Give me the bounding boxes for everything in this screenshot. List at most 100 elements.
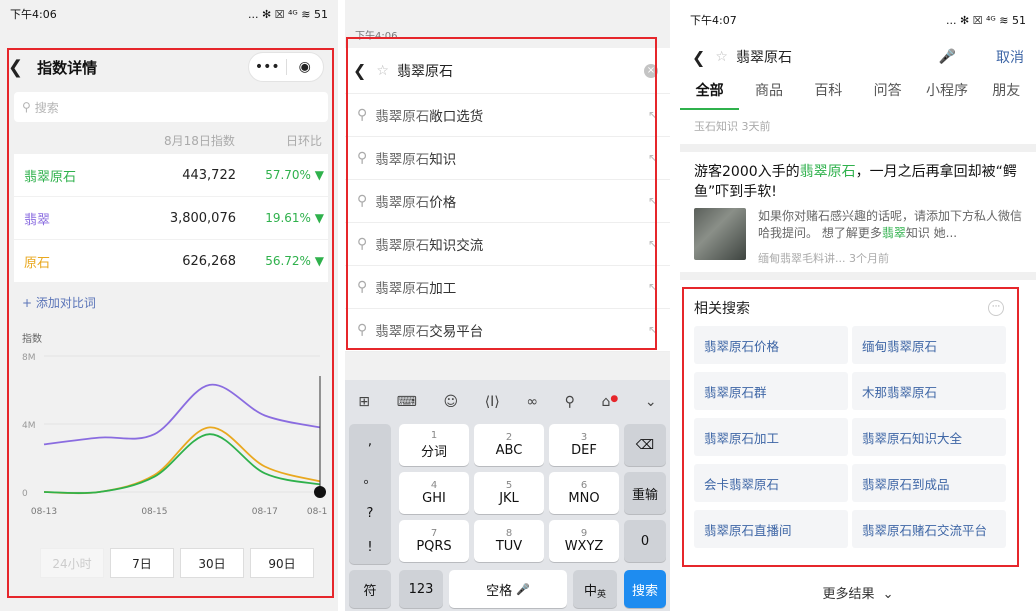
fill-arrow-icon[interactable]: ↖ bbox=[648, 108, 658, 122]
table-row[interactable]: 翡翠原石 443,722 57.70% ▼ bbox=[14, 154, 328, 196]
page-title: 指数详情 bbox=[37, 58, 98, 77]
back-icon[interactable]: ❮ bbox=[353, 61, 366, 80]
question-key[interactable]: ? bbox=[367, 506, 374, 521]
add-compare-button[interactable]: + 添加对比词 bbox=[22, 294, 96, 311]
key-1[interactable]: 1 分词 bbox=[399, 424, 469, 466]
key-3[interactable]: 3 DEF bbox=[549, 424, 619, 466]
keyboard-toolbar: ⊞ ⌨ ☺ ⟨I⟩ ∞ ⚲ ⌂● ⌄ bbox=[345, 380, 670, 424]
skin-icon[interactable]: ⌂● bbox=[602, 394, 619, 410]
result-meta: 玉石知识 3天前 bbox=[694, 120, 771, 133]
symbol-key[interactable]: 符 bbox=[349, 570, 391, 608]
clear-icon[interactable]: × bbox=[644, 63, 658, 78]
key-label: 分词 bbox=[420, 445, 447, 460]
more-options-icon[interactable]: ··· bbox=[988, 300, 1004, 316]
search-query-input[interactable]: 翡翠原石 bbox=[736, 47, 792, 67]
key-8[interactable]: 8 TUV bbox=[474, 520, 544, 562]
index-value: 3,800,076 bbox=[169, 210, 236, 226]
suggestion-item[interactable]: ⚲ 翡翠原石 知识交流 ↖ bbox=[345, 223, 670, 266]
tab-friends[interactable]: 朋友 bbox=[977, 80, 1036, 110]
cursor-icon[interactable]: ⟨I⟩ bbox=[485, 394, 500, 410]
related-item[interactable]: 翡翠原石价格 bbox=[694, 326, 848, 364]
backspace-key[interactable]: ⌫ bbox=[624, 424, 666, 466]
star-icon[interactable]: ☆ bbox=[376, 63, 389, 79]
tab-24h[interactable]: 24小时 bbox=[40, 548, 104, 578]
key-7[interactable]: 7 PQRS bbox=[399, 520, 469, 562]
reset-key[interactable]: 重输 bbox=[624, 472, 666, 514]
cancel-button[interactable]: 取消 bbox=[996, 47, 1024, 67]
article-title: 游客2000入手的翡翠原石，一月之后再拿回却被“鳄鱼”吓到手软! bbox=[694, 162, 1022, 202]
key-number: 2 bbox=[505, 432, 513, 443]
search-query-input[interactable]: 翡翠原石 bbox=[397, 61, 453, 81]
suggestion-item[interactable]: ⚲ 翡翠原石 敞口选货 ↖ bbox=[345, 94, 670, 137]
more-results-button[interactable]: 更多结果 ⌄ bbox=[680, 583, 1036, 602]
mic-icon: 🎤 bbox=[516, 582, 530, 596]
link-icon[interactable]: ∞ bbox=[526, 394, 538, 410]
suggestion-item[interactable]: ⚲ 翡翠原石 加工 ↖ bbox=[345, 266, 670, 309]
tab-miniprogram[interactable]: 小程序 bbox=[917, 80, 976, 110]
fill-arrow-icon[interactable]: ↖ bbox=[648, 323, 658, 337]
collapse-icon[interactable]: ⌄ bbox=[645, 394, 657, 410]
star-icon[interactable]: ☆ bbox=[715, 49, 728, 65]
exclaim-key[interactable]: ! bbox=[367, 540, 372, 555]
related-item[interactable]: 翡翠原石直播间 bbox=[694, 510, 848, 548]
search-icon[interactable]: ⚲ bbox=[565, 394, 575, 410]
tab-30d[interactable]: 30日 bbox=[180, 548, 244, 578]
key-label: DEF bbox=[571, 443, 597, 458]
language-key[interactable]: 中英 bbox=[573, 570, 617, 608]
suggestion-item[interactable]: ⚲ 翡翠原石 知识 ↖ bbox=[345, 137, 670, 180]
status-time: 下午4:06 bbox=[10, 8, 57, 21]
period-key[interactable]: 。 bbox=[363, 468, 376, 487]
comma-key[interactable]: , bbox=[368, 434, 372, 449]
fill-arrow-icon[interactable]: ↖ bbox=[648, 237, 658, 251]
key-label: TUV bbox=[495, 539, 523, 554]
related-item[interactable]: 会卡翡翠原石 bbox=[694, 464, 848, 502]
tab-all[interactable]: 全部 bbox=[680, 80, 740, 110]
related-item[interactable]: 翡翠原石到成品 bbox=[852, 464, 1006, 502]
key-4[interactable]: 4 GHI bbox=[399, 472, 469, 514]
related-item[interactable]: 翡翠原石赌石交流平台 bbox=[852, 510, 1006, 548]
article-result[interactable]: 游客2000入手的翡翠原石，一月之后再拿回却被“鳄鱼”吓到手软! 如果你对赌石感… bbox=[694, 162, 1022, 266]
tab-goods[interactable]: 商品 bbox=[739, 80, 798, 110]
related-item[interactable]: 翡翠原石加工 bbox=[694, 418, 848, 456]
tab-wiki[interactable]: 百科 bbox=[799, 80, 858, 110]
search-bar: ❮ ☆ 翡翠原石 × bbox=[345, 48, 670, 94]
tab-7d[interactable]: 7日 bbox=[110, 548, 174, 578]
close-target-icon[interactable]: ◉ bbox=[287, 59, 324, 75]
mic-icon[interactable]: 🎤 bbox=[939, 49, 956, 65]
related-item[interactable]: 翡翠原石知识大全 bbox=[852, 418, 1006, 456]
related-item[interactable]: 翡翠原石群 bbox=[694, 372, 848, 410]
key-9[interactable]: 9 WXYZ bbox=[549, 520, 619, 562]
table-row[interactable]: 原石 626,268 56.72% ▼ bbox=[14, 240, 328, 282]
keyboard-icon[interactable]: ⌨ bbox=[397, 394, 417, 410]
section-divider bbox=[680, 272, 1036, 280]
keyword-name: 原石 bbox=[24, 255, 51, 271]
grid-menu-icon[interactable]: ⊞ bbox=[358, 394, 370, 410]
tab-90d[interactable]: 90日 bbox=[250, 548, 314, 578]
more-results-label: 更多结果 bbox=[822, 587, 875, 602]
back-icon[interactable]: ❮ bbox=[8, 57, 23, 78]
key-6[interactable]: 6 MNO bbox=[549, 472, 619, 514]
search-input[interactable]: ⚲ 搜索 bbox=[14, 92, 328, 122]
related-item[interactable]: 缅甸翡翠原石 bbox=[852, 326, 1006, 364]
table-row[interactable]: 翡翠 3,800,076 19.61% ▼ bbox=[14, 197, 328, 239]
key-number: 1 bbox=[430, 430, 438, 441]
fill-arrow-icon[interactable]: ↖ bbox=[648, 151, 658, 165]
suggestion-item[interactable]: ⚲ 翡翠原石 价格 ↖ bbox=[345, 180, 670, 223]
space-key[interactable]: 空格 🎤 bbox=[449, 570, 567, 608]
emoji-icon[interactable]: ☺ bbox=[443, 394, 458, 410]
search-key[interactable]: 搜索 bbox=[624, 570, 666, 608]
fill-arrow-icon[interactable]: ↖ bbox=[648, 280, 658, 294]
related-item[interactable]: 木那翡翠原石 bbox=[852, 372, 1006, 410]
key-2[interactable]: 2 ABC bbox=[474, 424, 544, 466]
ratio-value: 57.70% ▼ bbox=[265, 168, 324, 182]
suggestion-item[interactable]: ⚲ 翡翠原石 交易平台 ↖ bbox=[345, 309, 670, 352]
search-icon: ⚲ bbox=[357, 193, 368, 209]
back-icon[interactable]: ❮ bbox=[692, 48, 705, 67]
snippet-part: 知识 她... bbox=[905, 226, 958, 240]
number-key[interactable]: 123 bbox=[399, 570, 443, 608]
key-5[interactable]: 5 JKL bbox=[474, 472, 544, 514]
more-icon[interactable]: ••• bbox=[249, 59, 286, 75]
tab-qa[interactable]: 问答 bbox=[858, 80, 917, 110]
fill-arrow-icon[interactable]: ↖ bbox=[648, 194, 658, 208]
zero-key[interactable]: 0 bbox=[624, 520, 666, 562]
